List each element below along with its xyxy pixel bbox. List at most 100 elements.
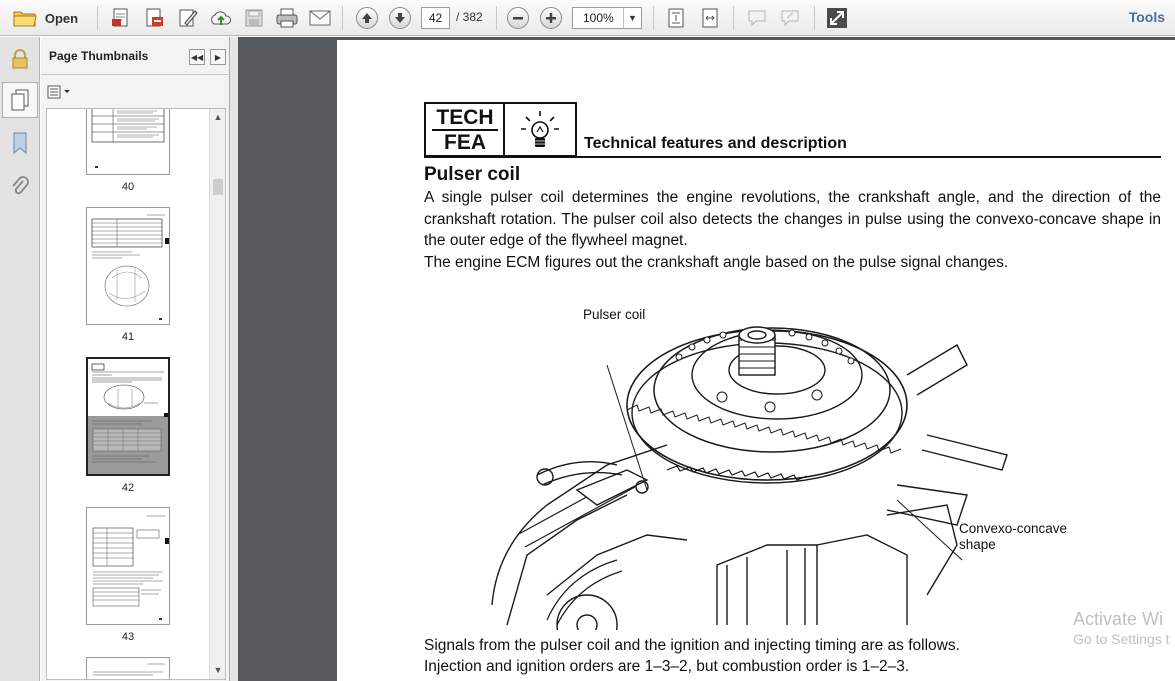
- sign-button[interactable]: [777, 6, 803, 30]
- document-page: TECH FEA Technical features and descript…: [337, 40, 1175, 681]
- toolbar-separator: [814, 6, 815, 30]
- options-icon: [47, 85, 70, 99]
- double-chevron-left-icon: ◀◀: [190, 52, 204, 62]
- previous-page-icon: [362, 13, 372, 23]
- scroll-up-icon[interactable]: ▲: [210, 109, 225, 125]
- scrollbar-thumb[interactable]: [213, 179, 223, 195]
- scroll-down-icon[interactable]: ▼: [210, 662, 225, 678]
- page-preview: [91, 214, 169, 320]
- zoom-select[interactable]: 100% ▼: [572, 7, 642, 29]
- comment-icon: [748, 10, 766, 27]
- toolbar-separator: [733, 6, 734, 30]
- paragraph: The engine ECM figures out the crankshaf…: [424, 253, 1009, 271]
- open-button[interactable]: Open: [8, 6, 83, 30]
- zoom-out-icon: [513, 17, 523, 20]
- pages-icon: [11, 89, 29, 111]
- save-button[interactable]: [241, 6, 267, 30]
- tech-feature-text: TECH FEA: [432, 106, 498, 154]
- activation-watermark: Activate Wi Go to Settings t: [1073, 608, 1170, 648]
- create-pdf-button[interactable]: [108, 6, 134, 30]
- bookmark-icon: [13, 132, 27, 155]
- toolbar-separator: [97, 6, 98, 30]
- main-toolbar: Open 42 / 382 100% ▼ Tools: [0, 0, 1175, 36]
- page-preview: [93, 663, 165, 676]
- toolbar-separator: [342, 6, 343, 30]
- attachments-button[interactable]: [8, 175, 32, 199]
- body-line: Injection and ignition orders are 1–3–2,…: [424, 658, 910, 675]
- email-button[interactable]: [307, 6, 333, 30]
- export-pdf-icon: [146, 8, 163, 27]
- open-label: Open: [44, 10, 79, 26]
- toolbar-separator: [653, 6, 654, 30]
- thumbnail-page-44[interactable]: [86, 657, 170, 679]
- page-number-input[interactable]: 42: [421, 7, 450, 29]
- page-total: / 382: [456, 10, 483, 24]
- lock-icon: [12, 49, 28, 69]
- chevron-right-icon: ▶: [214, 52, 222, 62]
- bookmarks-button[interactable]: [8, 131, 32, 155]
- fit-page-button[interactable]: [663, 6, 689, 30]
- page-thumbnails-button[interactable]: [8, 88, 32, 112]
- fea-label: FEA: [444, 131, 486, 154]
- tools-button[interactable]: Tools: [1129, 9, 1165, 25]
- collapse-panel-button[interactable]: ◀◀: [189, 49, 205, 65]
- upload-button[interactable]: [208, 6, 234, 30]
- feature-title: Technical features and description: [584, 135, 847, 152]
- print-button[interactable]: [274, 6, 300, 30]
- fullscreen-icon: [827, 8, 847, 28]
- print-icon: [276, 8, 298, 28]
- thumbnail-options-button[interactable]: [47, 83, 75, 101]
- paperclip-icon: [12, 176, 29, 195]
- next-page-button[interactable]: [387, 6, 413, 30]
- fit-width-icon: [702, 8, 718, 28]
- thumbnail-label: 41: [121, 331, 135, 343]
- fullscreen-button[interactable]: [824, 6, 850, 30]
- thumbnail-page-40[interactable]: [86, 109, 170, 175]
- thumbnail-list[interactable]: 40 41 42 43 ▲ ▼: [46, 108, 226, 680]
- fit-width-button[interactable]: [697, 6, 723, 30]
- watermark-line1: Activate Wi: [1073, 609, 1164, 629]
- thumbnail-page-42[interactable]: [86, 357, 170, 476]
- body-line: Signals from the pulser coil and the ign…: [424, 637, 960, 654]
- document-viewport[interactable]: TECH FEA Technical features and descript…: [238, 37, 1175, 681]
- thumbnail-scrollbar[interactable]: ▲ ▼: [209, 109, 225, 679]
- pulser-coil-label: Pulser coil: [583, 307, 646, 322]
- panel-splitter[interactable]: [230, 37, 238, 681]
- comment-button[interactable]: [744, 6, 770, 30]
- thumbnail-page-43[interactable]: [86, 507, 170, 625]
- page-preview: [92, 515, 169, 620]
- zoom-in-icon: [546, 13, 556, 23]
- thumbnail-label: 42: [121, 482, 135, 494]
- save-icon: [245, 9, 263, 27]
- panel-title: Page Thumbnails: [49, 49, 149, 63]
- navigation-rail: [0, 37, 40, 681]
- page-preview: [91, 109, 165, 168]
- folder-icon: [13, 11, 37, 27]
- edit-button[interactable]: [175, 6, 201, 30]
- zoom-value: 100%: [583, 11, 614, 25]
- flywheel-illustration: [491, 326, 1008, 630]
- sign-icon: [781, 10, 799, 27]
- upload-cloud-icon: [211, 11, 231, 25]
- page-thumbnails-panel: Page Thumbnails ◀◀ ▶ 40 41 42 43 ▲ ▼: [41, 37, 230, 681]
- paragraph: A single pulser coil determines the engi…: [424, 189, 1161, 249]
- convexo-concave-label: Convexo-concave shape: [959, 521, 1068, 552]
- zoom-in-button[interactable]: [538, 6, 564, 30]
- export-pdf-button[interactable]: [141, 6, 167, 30]
- badge-divider: [503, 104, 505, 157]
- security-button[interactable]: [8, 47, 32, 71]
- previous-page-button[interactable]: [354, 6, 380, 30]
- thumbnail-label: 43: [121, 631, 135, 643]
- tech-label: TECH: [432, 106, 498, 131]
- title-rule: [424, 156, 1161, 158]
- edit-icon: [179, 9, 198, 27]
- chevron-down-icon[interactable]: ▼: [623, 8, 641, 28]
- section-title: Pulser coil: [424, 164, 521, 185]
- lightbulb-icon: [521, 111, 559, 147]
- panel-header: Page Thumbnails ◀◀ ▶: [41, 37, 230, 75]
- zoom-out-button[interactable]: [505, 6, 531, 30]
- tech-feature-badge: TECH FEA: [424, 102, 577, 157]
- body-text: A single pulser coil determines the engi…: [424, 187, 1161, 273]
- thumbnail-page-41[interactable]: [86, 207, 170, 325]
- expand-panel-button[interactable]: ▶: [210, 49, 226, 65]
